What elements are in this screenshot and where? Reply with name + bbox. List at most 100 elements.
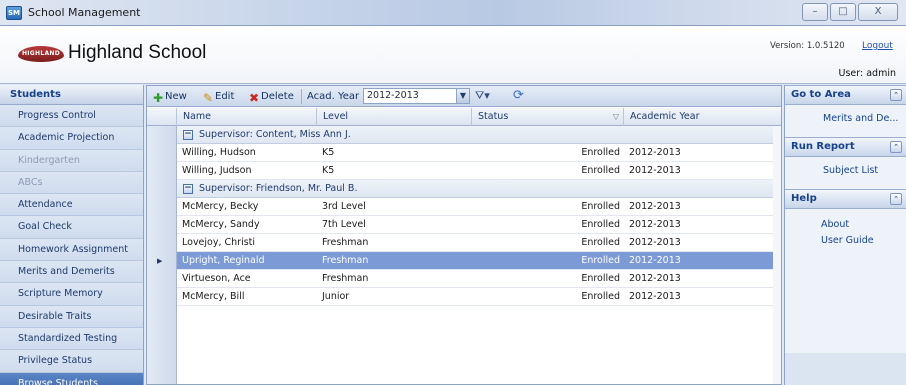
collapse-icon[interactable]: ⌃ [890, 141, 902, 153]
window-controls: – □ X [802, 3, 898, 21]
row-indicator[interactable] [147, 216, 177, 234]
row-header-corner [147, 108, 177, 126]
link-user-guide[interactable]: User Guide [785, 233, 906, 249]
collapse-icon[interactable]: ⌃ [890, 89, 902, 101]
go-to-area-body: Merits and De... [785, 105, 906, 137]
sidebar-item-abcs: ABCs [0, 171, 143, 195]
sidebar-item-privilege-status[interactable]: Privilege Status [0, 350, 143, 373]
table-row[interactable]: Willing, Hudson K5 Enrolled 2012-2013 [147, 144, 781, 162]
cell-year: 2012-2013 [629, 237, 681, 248]
row-indicator[interactable] [147, 144, 177, 162]
add-icon: ✚ [152, 91, 164, 105]
cell-year: 2012-2013 [629, 291, 681, 302]
sidebar-item-progress-control[interactable]: Progress Control [0, 105, 143, 128]
sidebar-item-academic-projection[interactable]: Academic Projection [0, 127, 143, 150]
cell-name: Willing, Judson [182, 165, 252, 176]
row-indicator[interactable] [147, 270, 177, 288]
edit-label: Edit [215, 91, 235, 102]
sidebar-item-scripture-memory[interactable]: Scripture Memory [0, 283, 143, 306]
cell-status: Enrolled [581, 237, 620, 248]
sidebar-item-homework-assignment[interactable]: Homework Assignment [0, 238, 143, 262]
chevron-down-icon[interactable]: ▼ [456, 89, 469, 103]
browse-students-panel: ✚ New ✎ Edit ✖ Delete Acad. Year 2012-2013 … [146, 85, 782, 385]
link-subject-list[interactable]: Subject List [785, 163, 906, 179]
column-header-academic-year[interactable]: Academic Year [624, 108, 773, 126]
cell-status: Enrolled [581, 201, 620, 212]
column-header-status[interactable]: Status ▽ [472, 108, 624, 126]
new-button[interactable]: ✚ New [151, 89, 187, 105]
table-row[interactable]: McMercy, Sandy 7th Level Enrolled 2012-2013 [147, 216, 781, 234]
go-to-area-header[interactable]: Go to Area ⌃ [785, 85, 906, 105]
help-title: Help [791, 193, 817, 204]
sidebar-item-browse-students[interactable]: Browse Students [0, 372, 143, 385]
sidebar-item-standardized-testing[interactable]: Standardized Testing [0, 327, 143, 351]
cell-status: Enrolled [581, 165, 620, 176]
new-label: New [165, 91, 187, 102]
group-label: Supervisor: Friendson, Mr. Paul B. [199, 183, 358, 194]
delete-icon: ✖ [248, 91, 260, 105]
table-row[interactable]: Lovejoy, Christi Freshman Enrolled 2012-201… [147, 234, 781, 252]
sidebar-item-desirable-traits[interactable]: Desirable Traits [0, 305, 143, 328]
collapse-icon[interactable]: ⌃ [890, 193, 902, 205]
cell-name: McMercy, Bill [182, 291, 245, 302]
cell-level: Freshman [322, 255, 369, 266]
current-row-indicator[interactable] [147, 252, 177, 270]
window-title: School Management [28, 6, 141, 19]
row-indicator[interactable] [147, 288, 177, 306]
cell-level: Freshman [322, 273, 369, 284]
minimize-button[interactable]: – [802, 3, 828, 21]
row-indicator[interactable] [147, 162, 177, 180]
refresh-icon[interactable]: ⟳ [513, 88, 524, 103]
delete-label: Delete [261, 91, 294, 102]
help-header[interactable]: Help ⌃ [785, 189, 906, 209]
edit-button[interactable]: ✎ Edit [201, 89, 235, 105]
collapse-group-icon[interactable]: − [183, 130, 193, 140]
version-label: Version: 1.0.5120 [770, 41, 845, 51]
group-row[interactable]: − Supervisor: Content, Miss Ann J. [147, 126, 781, 144]
sidebar-item-attendance[interactable]: Attendance [0, 194, 143, 217]
pencil-icon: ✎ [202, 91, 214, 105]
sidebar-items: Progress Control Academic Projection Kinde… [0, 105, 143, 385]
sidebar-item-goal-check[interactable]: Goal Check [0, 216, 143, 239]
row-indicator[interactable] [147, 234, 177, 252]
cell-year: 2012-2013 [629, 165, 681, 176]
grid-header: Name Level Status ▽ Academic Year [147, 108, 781, 126]
link-merits-and-demerits[interactable]: Merits and De... [785, 111, 906, 127]
table-row[interactable]: McMercy, Bill Junior Enrolled 2012-2013 [147, 288, 781, 306]
link-about[interactable]: About [785, 217, 906, 233]
acad-year-select[interactable]: 2012-2013 ▼ [363, 88, 470, 104]
column-header-name[interactable]: Name [177, 108, 317, 126]
table-row[interactable]: Upright, Reginald Freshman Enrolled 2012-20… [147, 252, 781, 270]
close-button[interactable]: X [858, 3, 898, 21]
table-row[interactable]: Willing, Judson K5 Enrolled 2012-2013 [147, 162, 781, 180]
grid-scrollbar-area [773, 126, 781, 384]
column-header-level[interactable]: Level [317, 108, 472, 126]
actions-panel: Go to Area ⌃ Merits and De... Run Report… [784, 85, 906, 385]
sidebar-item-merits-and-demerits[interactable]: Merits and Demerits [0, 261, 143, 284]
cell-name: Upright, Reginald [182, 255, 265, 266]
delete-button[interactable]: ✖ Delete [247, 89, 294, 105]
row-indicator[interactable] [147, 198, 177, 216]
run-report-header[interactable]: Run Report ⌃ [785, 137, 906, 157]
acad-year-label: Acad. Year [307, 91, 360, 102]
toolbar-separator [301, 89, 302, 104]
filter-icon[interactable]: ⛛▾ [475, 89, 490, 103]
go-to-area-title: Go to Area [791, 89, 851, 100]
help-body: About User Guide [785, 209, 906, 353]
cell-name: Lovejoy, Christi [182, 237, 256, 248]
group-row[interactable]: − Supervisor: Friendson, Mr. Paul B. [147, 180, 781, 198]
school-name: Highland School [68, 42, 207, 63]
run-report-title: Run Report [791, 141, 855, 152]
cell-year: 2012-2013 [629, 255, 681, 266]
table-row[interactable]: Virtueson, Ace Freshman Enrolled 2012-2013 [147, 270, 781, 288]
row-indicator [147, 180, 177, 198]
cell-year: 2012-2013 [629, 219, 681, 230]
collapse-group-icon[interactable]: − [183, 184, 193, 194]
table-row[interactable]: McMercy, Becky 3rd Level Enrolled 2012-2013 [147, 198, 781, 216]
logout-link[interactable]: Logout [862, 41, 893, 51]
maximize-button[interactable]: □ [830, 3, 856, 21]
cell-status: Enrolled [581, 291, 620, 302]
cell-level: Freshman [322, 237, 369, 248]
app-header: HIGHLAND Highland School Version: 1.0.51… [0, 26, 906, 84]
cell-level: Junior [322, 291, 350, 302]
